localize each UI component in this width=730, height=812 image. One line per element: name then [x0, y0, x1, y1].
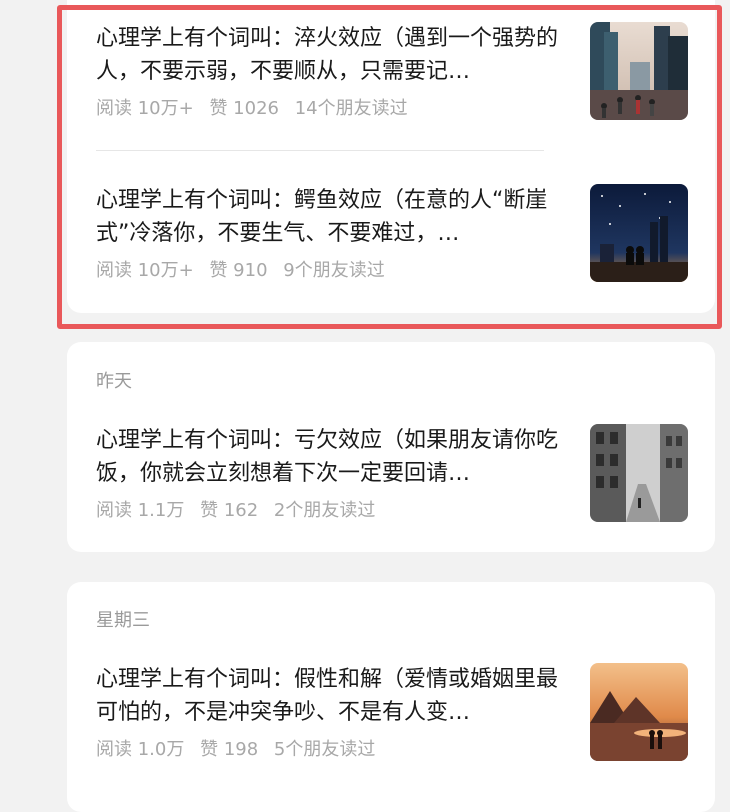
date-label: 星期三: [96, 610, 150, 631]
friends-read: 14个朋友读过: [294, 98, 408, 119]
article-title: 心理学上有个词叫：假性和解（爱情或婚姻里最可怕的，不是冲突争吵、不是有人变…: [96, 667, 559, 725]
friends-read: 5个朋友读过: [273, 739, 376, 760]
read-count: 阅读 1.0万: [96, 739, 185, 760]
article-thumbnail: [590, 22, 688, 120]
divider: [96, 150, 544, 151]
article-thumbnail: [590, 184, 688, 282]
read-count: 阅读 10万+: [96, 98, 194, 119]
article-item[interactable]: 心理学上有个词叫：亏欠效应（如果朋友请你吃饭，你就会立刻想着下次一定要回请… 阅…: [96, 424, 688, 524]
date-label: 昨天: [96, 371, 132, 392]
like-count: 赞 198: [200, 739, 259, 760]
friends-read: 2个朋友读过: [273, 500, 376, 521]
article-title: 心理学上有个词叫：淬火效应（遇到一个强势的人，不要示弱，不要顺从，只需要记…: [96, 26, 559, 84]
article-title: 心理学上有个词叫：鳄鱼效应（在意的人“断崖式”冷落你，不要生气、不要难过，…: [96, 188, 548, 246]
read-count: 阅读 10万+: [96, 260, 194, 281]
article-meta: 阅读 10万+ 赞 910 9个朋友读过: [96, 256, 395, 282]
article-thumbnail: [590, 663, 688, 761]
like-count: 赞 162: [200, 500, 259, 521]
article-meta: 阅读 10万+ 赞 1026 14个朋友读过: [96, 94, 418, 120]
read-count: 阅读 1.1万: [96, 500, 185, 521]
like-count: 赞 1026: [209, 98, 279, 119]
article-item[interactable]: 心理学上有个词叫：淬火效应（遇到一个强势的人，不要示弱，不要顺从，只需要记… 阅…: [96, 22, 688, 122]
article-meta: 阅读 1.1万 赞 162 2个朋友读过: [96, 496, 385, 522]
article-item[interactable]: 心理学上有个词叫：鳄鱼效应（在意的人“断崖式”冷落你，不要生气、不要难过，… 阅…: [96, 184, 688, 284]
article-item[interactable]: 心理学上有个词叫：假性和解（爱情或婚姻里最可怕的，不是冲突争吵、不是有人变… 阅…: [96, 663, 688, 763]
friends-read: 9个朋友读过: [283, 260, 385, 281]
article-meta: 阅读 1.0万 赞 198 5个朋友读过: [96, 735, 385, 761]
article-title: 心理学上有个词叫：亏欠效应（如果朋友请你吃饭，你就会立刻想着下次一定要回请…: [96, 428, 559, 486]
like-count: 赞 910: [209, 260, 268, 281]
article-thumbnail: [590, 424, 688, 522]
